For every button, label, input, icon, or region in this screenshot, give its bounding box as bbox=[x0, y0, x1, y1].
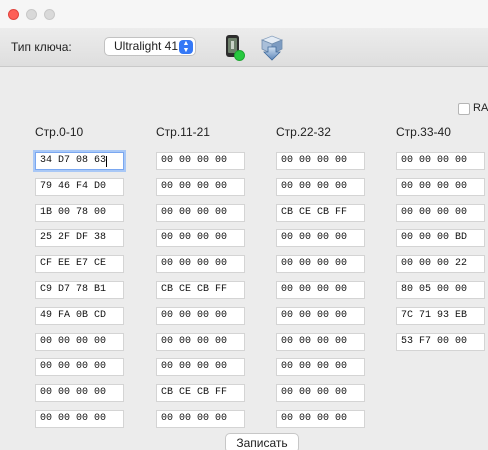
page-cell-input[interactable]: 00 00 00 00 bbox=[276, 358, 365, 376]
raw-label: RAW bbox=[473, 102, 488, 114]
page-cell-input[interactable]: CB CE CB FF bbox=[156, 281, 245, 299]
key-type-label: Тип ключа: bbox=[11, 40, 72, 54]
page-cell-input[interactable]: 00 00 00 00 bbox=[35, 384, 124, 402]
column-header-1: Стр.11-21 bbox=[156, 125, 210, 139]
page-cell-input[interactable]: 25 2F DF 38 bbox=[35, 229, 124, 247]
title-bar bbox=[0, 0, 488, 28]
raw-checkbox[interactable] bbox=[458, 103, 470, 115]
page-cell-input[interactable]: 7C 71 93 EB bbox=[396, 307, 485, 325]
page-cell-input[interactable]: 00 00 00 00 bbox=[276, 384, 365, 402]
key-type-select[interactable]: Ultralight 41 ▲ ▼ bbox=[104, 37, 196, 56]
page-cell-input[interactable]: 00 00 00 00 bbox=[156, 178, 245, 196]
zoom-button[interactable] bbox=[44, 9, 55, 20]
page-cell-input[interactable]: 00 00 00 00 bbox=[156, 229, 245, 247]
page-cell-input[interactable]: 00 00 00 22 bbox=[396, 255, 485, 273]
page-cell-input[interactable]: 00 00 00 00 bbox=[156, 204, 245, 222]
column-header-3: Стр.33-40 bbox=[396, 125, 451, 139]
page-cell-input[interactable]: 00 00 00 00 bbox=[156, 410, 245, 428]
page-cell-input[interactable]: 00 00 00 00 bbox=[276, 333, 365, 351]
page-cell-input[interactable]: 00 00 00 00 bbox=[156, 358, 245, 376]
page-cell-input[interactable]: CB CE CB FF bbox=[276, 204, 365, 222]
page-cell-input[interactable]: 00 00 00 00 bbox=[156, 255, 245, 273]
page-cell-input[interactable]: 00 00 00 00 bbox=[276, 281, 365, 299]
page-cell-input[interactable]: 00 00 00 00 bbox=[276, 178, 365, 196]
page-cell-input[interactable]: 00 00 00 00 bbox=[276, 307, 365, 325]
key-type-value: Ultralight 41 bbox=[114, 39, 179, 53]
column-header-0: Стр.0-10 bbox=[35, 125, 84, 139]
page-cell-input[interactable]: 00 00 00 00 bbox=[156, 307, 245, 325]
column-header-2: Стр.22-32 bbox=[276, 125, 331, 139]
write-device-icon[interactable] bbox=[260, 35, 284, 61]
page-cell-input[interactable]: 00 00 00 00 bbox=[276, 229, 365, 247]
page-cell-input[interactable]: 79 46 F4 D0 bbox=[35, 178, 124, 196]
read-device-icon[interactable] bbox=[224, 34, 246, 62]
page-cell-input[interactable]: 00 00 00 00 bbox=[35, 410, 124, 428]
page-cell-input[interactable]: 1B 00 78 00 bbox=[35, 204, 124, 222]
page-cell-input[interactable]: 00 00 00 00 bbox=[156, 152, 245, 170]
page-cell-input[interactable]: 80 05 00 00 bbox=[396, 281, 485, 299]
page-cell-input[interactable]: 00 00 00 00 bbox=[156, 333, 245, 351]
page-cell-input[interactable]: 00 00 00 00 bbox=[276, 410, 365, 428]
page-cell-input[interactable]: 00 00 00 00 bbox=[396, 152, 485, 170]
page-cell-input[interactable]: C9 D7 78 B1 bbox=[35, 281, 124, 299]
page-cell-input[interactable]: 00 00 00 00 bbox=[396, 178, 485, 196]
page-cell-input[interactable]: 00 00 00 00 bbox=[276, 255, 365, 273]
page-cell-input[interactable]: 00 00 00 00 bbox=[35, 358, 124, 376]
page-cell-input[interactable]: CF EE E7 CE bbox=[35, 255, 124, 273]
app-window: Тип ключа: Ultralight 41 ▲▼ RAW Стр.0-10… bbox=[0, 0, 488, 450]
close-button[interactable] bbox=[8, 9, 19, 20]
page-cell-input[interactable]: CB CE CB FF bbox=[156, 384, 245, 402]
page-cell-input[interactable]: 49 FA 0B CD bbox=[35, 307, 124, 325]
page-cell-input[interactable]: 34 D7 08 63 bbox=[35, 152, 124, 170]
page-cell-input[interactable]: 00 00 00 00 bbox=[396, 204, 485, 222]
write-button[interactable]: Записать bbox=[225, 433, 299, 450]
page-cell-input[interactable]: 53 F7 00 00 bbox=[396, 333, 485, 351]
page-cell-input[interactable]: 00 00 00 00 bbox=[35, 333, 124, 351]
minimize-button[interactable] bbox=[26, 9, 37, 20]
select-arrows-icon: ▲ ▼ bbox=[179, 40, 193, 54]
page-cell-input[interactable]: 00 00 00 BD bbox=[396, 229, 485, 247]
page-cell-input[interactable]: 00 00 00 00 bbox=[276, 152, 365, 170]
